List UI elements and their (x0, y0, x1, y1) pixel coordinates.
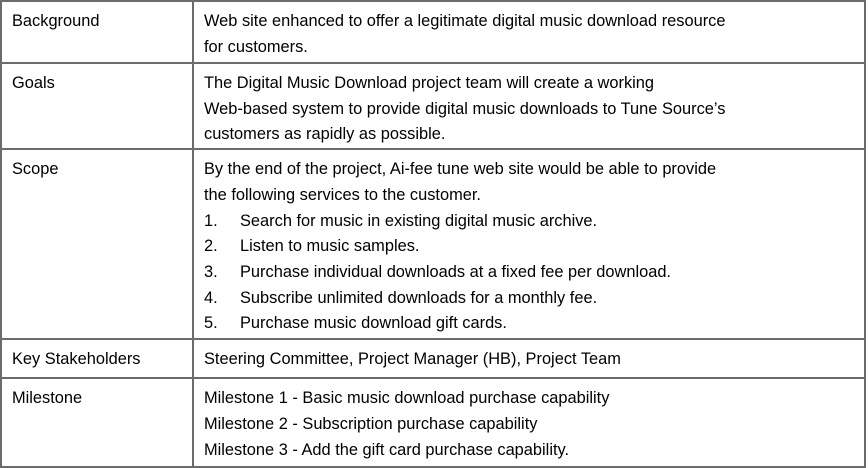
row-label: Scope (0, 148, 194, 341)
row-label: Key Stakeholders (0, 338, 194, 380)
list-item: 3. Purchase individual downloads at a fix… (204, 262, 671, 281)
table-row-goals: Goals The Digital Music Download project… (0, 61, 866, 151)
table-row-key-stakeholders: Key Stakeholders Steering Committee, Pro… (0, 338, 866, 380)
table-row-milestone: Milestone Milestone 1 - Basic music down… (0, 377, 866, 468)
row-value: Milestone 1 - Basic music download purch… (192, 377, 866, 468)
text-line: The Digital Music Download project team … (204, 74, 655, 92)
text-line: Milestone 3 - Add the gift card purchase… (204, 440, 570, 459)
text-line: customers as rapidly as possible. (204, 125, 446, 144)
row-label: Milestone (0, 377, 194, 468)
text-line: Web-based system to provide digital musi… (204, 99, 726, 118)
text-line: By the end of the project, Ai-fee tune w… (204, 160, 717, 179)
text-line: the following services to the customer. (204, 185, 481, 204)
text-line: Milestone 2 - Subscription purchase capa… (204, 414, 538, 433)
row-value: Web site enhanced to offer a legitimate … (192, 0, 866, 64)
text-line: Milestone 1 - Basic music download purch… (204, 389, 610, 408)
list-item: 2. Listen to music samples. (204, 237, 420, 256)
list-item: 5. Purchase music download gift cards. (204, 314, 507, 333)
row-value: Steering Committee, Project Manager (HB)… (192, 338, 866, 380)
list-item: 4. Subscribe unlimited downloads for a mo… (204, 288, 598, 307)
row-value: By the end of the project, Ai-fee tune w… (192, 148, 866, 341)
row-label: Goals (0, 61, 194, 151)
table-row-scope: Scope By the end of the project, Ai-fee … (0, 148, 866, 341)
project-charter-table: Background Web site enhanced to offer a … (0, 0, 866, 468)
list-item: 1. Search for music in existing digital m… (204, 211, 598, 230)
table-row-background: Background Web site enhanced to offer a … (0, 0, 866, 64)
text-line: Steering Committee, Project Manager (HB)… (204, 350, 621, 369)
text-line: for customers. (204, 37, 308, 56)
text-line: Web site enhanced to offer a legitimate … (204, 12, 726, 30)
row-value: The Digital Music Download project team … (192, 61, 866, 151)
row-label: Background (0, 0, 194, 64)
